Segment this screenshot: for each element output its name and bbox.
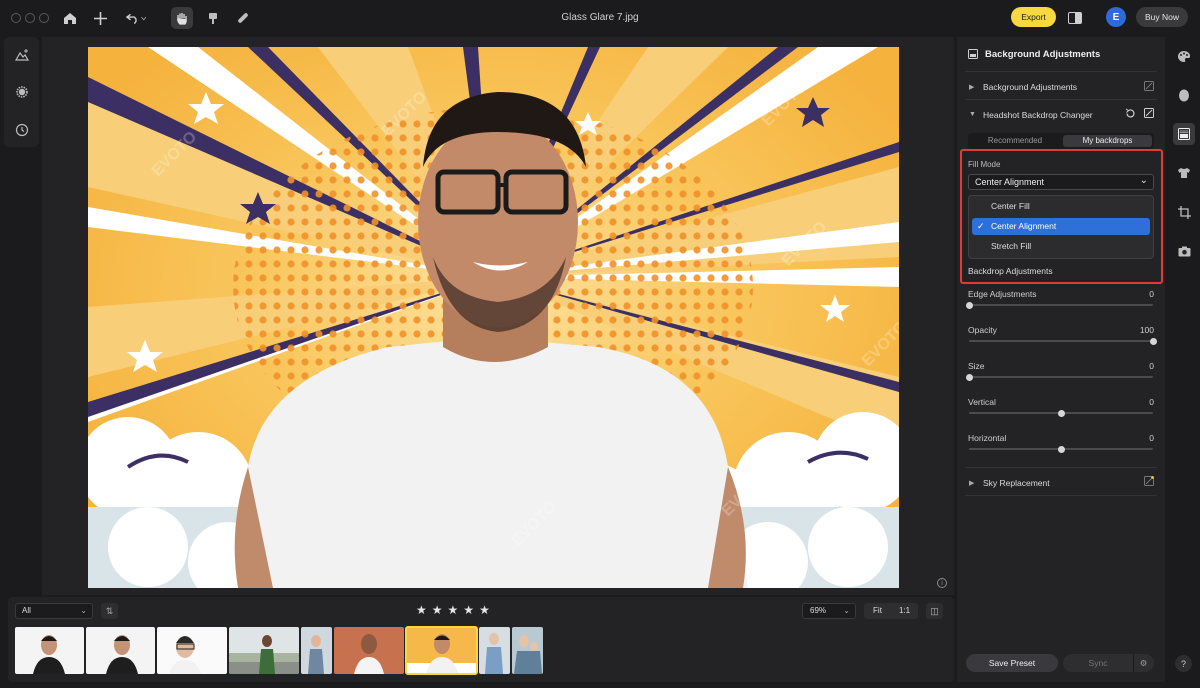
thumbnail[interactable] bbox=[512, 627, 543, 674]
star-icon[interactable]: ★ bbox=[416, 603, 427, 617]
history-icon[interactable] bbox=[4, 120, 39, 140]
buy-now-button[interactable]: Buy Now bbox=[1136, 7, 1188, 27]
filter-value: All bbox=[22, 606, 31, 615]
edit-icon[interactable] bbox=[1144, 476, 1154, 488]
slider-knob[interactable] bbox=[1057, 409, 1065, 417]
reset-icon[interactable] bbox=[1125, 108, 1136, 121]
star-icon[interactable]: ★ bbox=[448, 603, 459, 617]
palette-icon[interactable] bbox=[1173, 45, 1195, 67]
save-preset-button[interactable]: Save Preset bbox=[966, 654, 1058, 672]
main-photo[interactable]: EVOTO EVOTO EVOTO EVOTO EVOTO EVOTO EVOT… bbox=[88, 47, 899, 588]
help-icon[interactable]: ? bbox=[1175, 655, 1192, 672]
checkmark-icon: ✓ bbox=[977, 221, 985, 231]
slider-label: Size bbox=[968, 361, 985, 371]
rating-stars[interactable]: ★ ★ ★ ★ ★ bbox=[416, 603, 490, 617]
one-to-one-button[interactable]: 1:1 bbox=[891, 603, 918, 619]
fill-mode-value: Center Alignment bbox=[975, 177, 1045, 187]
export-button[interactable]: Export bbox=[1011, 7, 1056, 27]
fit-button-group: Fit 1:1 bbox=[864, 603, 918, 619]
divider bbox=[965, 71, 1157, 72]
thumbnail[interactable] bbox=[229, 627, 299, 674]
caret-right-icon[interactable]: ▶ bbox=[969, 83, 974, 91]
thumbnail[interactable] bbox=[479, 627, 510, 674]
thumbnail[interactable] bbox=[15, 627, 84, 674]
compare-view-icon[interactable]: ◫ bbox=[926, 603, 943, 619]
slider-label: Opacity bbox=[968, 325, 997, 335]
star-icon[interactable]: ★ bbox=[479, 603, 490, 617]
section-headshot-backdrop-changer[interactable]: Headshot Backdrop Changer bbox=[983, 110, 1093, 120]
divider bbox=[965, 467, 1157, 468]
tab-recommended[interactable]: Recommended bbox=[970, 135, 1060, 147]
thumbnail-selected[interactable] bbox=[405, 626, 478, 675]
fit-button[interactable]: Fit bbox=[864, 603, 891, 619]
thumbnail[interactable] bbox=[334, 627, 404, 674]
panel-title: Background Adjustments bbox=[985, 49, 1101, 60]
chevron-down-icon: ⌄ bbox=[80, 606, 87, 615]
slider-label: Edge Adjustments bbox=[968, 289, 1037, 299]
slider-value: 0 bbox=[1149, 397, 1154, 407]
background-adjust-icon bbox=[968, 49, 978, 61]
backdrop-icon[interactable] bbox=[1173, 123, 1195, 145]
face-icon[interactable] bbox=[1173, 84, 1195, 106]
section-background-adjustments[interactable]: Background Adjustments bbox=[983, 82, 1077, 92]
slider-knob[interactable] bbox=[965, 373, 973, 381]
divider bbox=[965, 495, 1157, 496]
thumbnail[interactable] bbox=[301, 627, 332, 674]
fill-mode-dropdown[interactable]: Center Alignment ⌄ bbox=[968, 174, 1154, 190]
thumbnail[interactable] bbox=[86, 627, 155, 674]
slider-value: 0 bbox=[1149, 433, 1154, 443]
chevron-down-icon: ⌄ bbox=[1139, 175, 1148, 186]
slider-label: Vertical bbox=[968, 397, 996, 407]
gear-icon[interactable]: ⚙ bbox=[1133, 654, 1153, 672]
info-icon[interactable]: i bbox=[937, 578, 947, 588]
thumbnail[interactable] bbox=[157, 627, 227, 674]
zoom-value: 69% bbox=[810, 606, 827, 615]
panel-toggle-icon[interactable] bbox=[1065, 8, 1085, 28]
fill-option-center-alignment[interactable]: Center Alignment bbox=[972, 218, 1150, 235]
tab-my-backdrops[interactable]: My backdrops bbox=[1063, 135, 1152, 147]
photo-illustration: EVOTO EVOTO EVOTO EVOTO EVOTO EVOTO EVOT… bbox=[88, 47, 899, 588]
slider-track[interactable] bbox=[969, 376, 1153, 378]
slider-knob[interactable] bbox=[965, 301, 973, 309]
caret-down-icon[interactable]: ▼ bbox=[969, 111, 976, 118]
ai-adjust-icon[interactable] bbox=[4, 45, 39, 65]
slider-label: Horizontal bbox=[968, 433, 1007, 443]
slider-value: 0 bbox=[1149, 289, 1154, 299]
slider-track[interactable] bbox=[969, 304, 1153, 306]
sort-icon[interactable]: ⇅ bbox=[101, 603, 118, 619]
slider-value: 0 bbox=[1149, 361, 1154, 371]
fill-option-stretch-fill[interactable]: Stretch Fill bbox=[972, 238, 1150, 255]
crop-icon[interactable] bbox=[1173, 201, 1195, 223]
edit-icon[interactable] bbox=[1144, 81, 1154, 93]
slider-knob[interactable] bbox=[1057, 445, 1065, 453]
fill-option-center-fill[interactable]: Center Fill bbox=[972, 198, 1150, 215]
slider-knob[interactable] bbox=[1149, 337, 1157, 345]
star-icon[interactable]: ★ bbox=[432, 603, 443, 617]
camera-icon[interactable] bbox=[1173, 240, 1195, 262]
fill-mode-label: Fill Mode bbox=[968, 160, 1001, 169]
sync-label: Sync bbox=[1088, 658, 1108, 668]
edit-icon[interactable] bbox=[1144, 108, 1154, 120]
slider-value: 100 bbox=[1139, 325, 1154, 335]
star-icon[interactable]: ★ bbox=[463, 603, 474, 617]
avatar[interactable]: E bbox=[1106, 7, 1126, 27]
section-sky-replacement[interactable]: Sky Replacement bbox=[983, 478, 1050, 488]
sync-button[interactable]: Sync ⚙ bbox=[1063, 654, 1154, 672]
divider bbox=[965, 99, 1157, 100]
chevron-down-icon: ⌄ bbox=[843, 606, 850, 615]
caret-right-icon[interactable]: ▶ bbox=[969, 479, 974, 487]
filter-select[interactable]: All ⌄ bbox=[15, 603, 93, 619]
clothing-icon[interactable] bbox=[1173, 162, 1195, 184]
zoom-select[interactable]: 69% ⌄ bbox=[802, 603, 856, 619]
backdrop-adjustments-heading: Backdrop Adjustments bbox=[968, 266, 1053, 276]
slider-track[interactable] bbox=[969, 340, 1153, 342]
retouch-icon[interactable] bbox=[4, 82, 39, 102]
